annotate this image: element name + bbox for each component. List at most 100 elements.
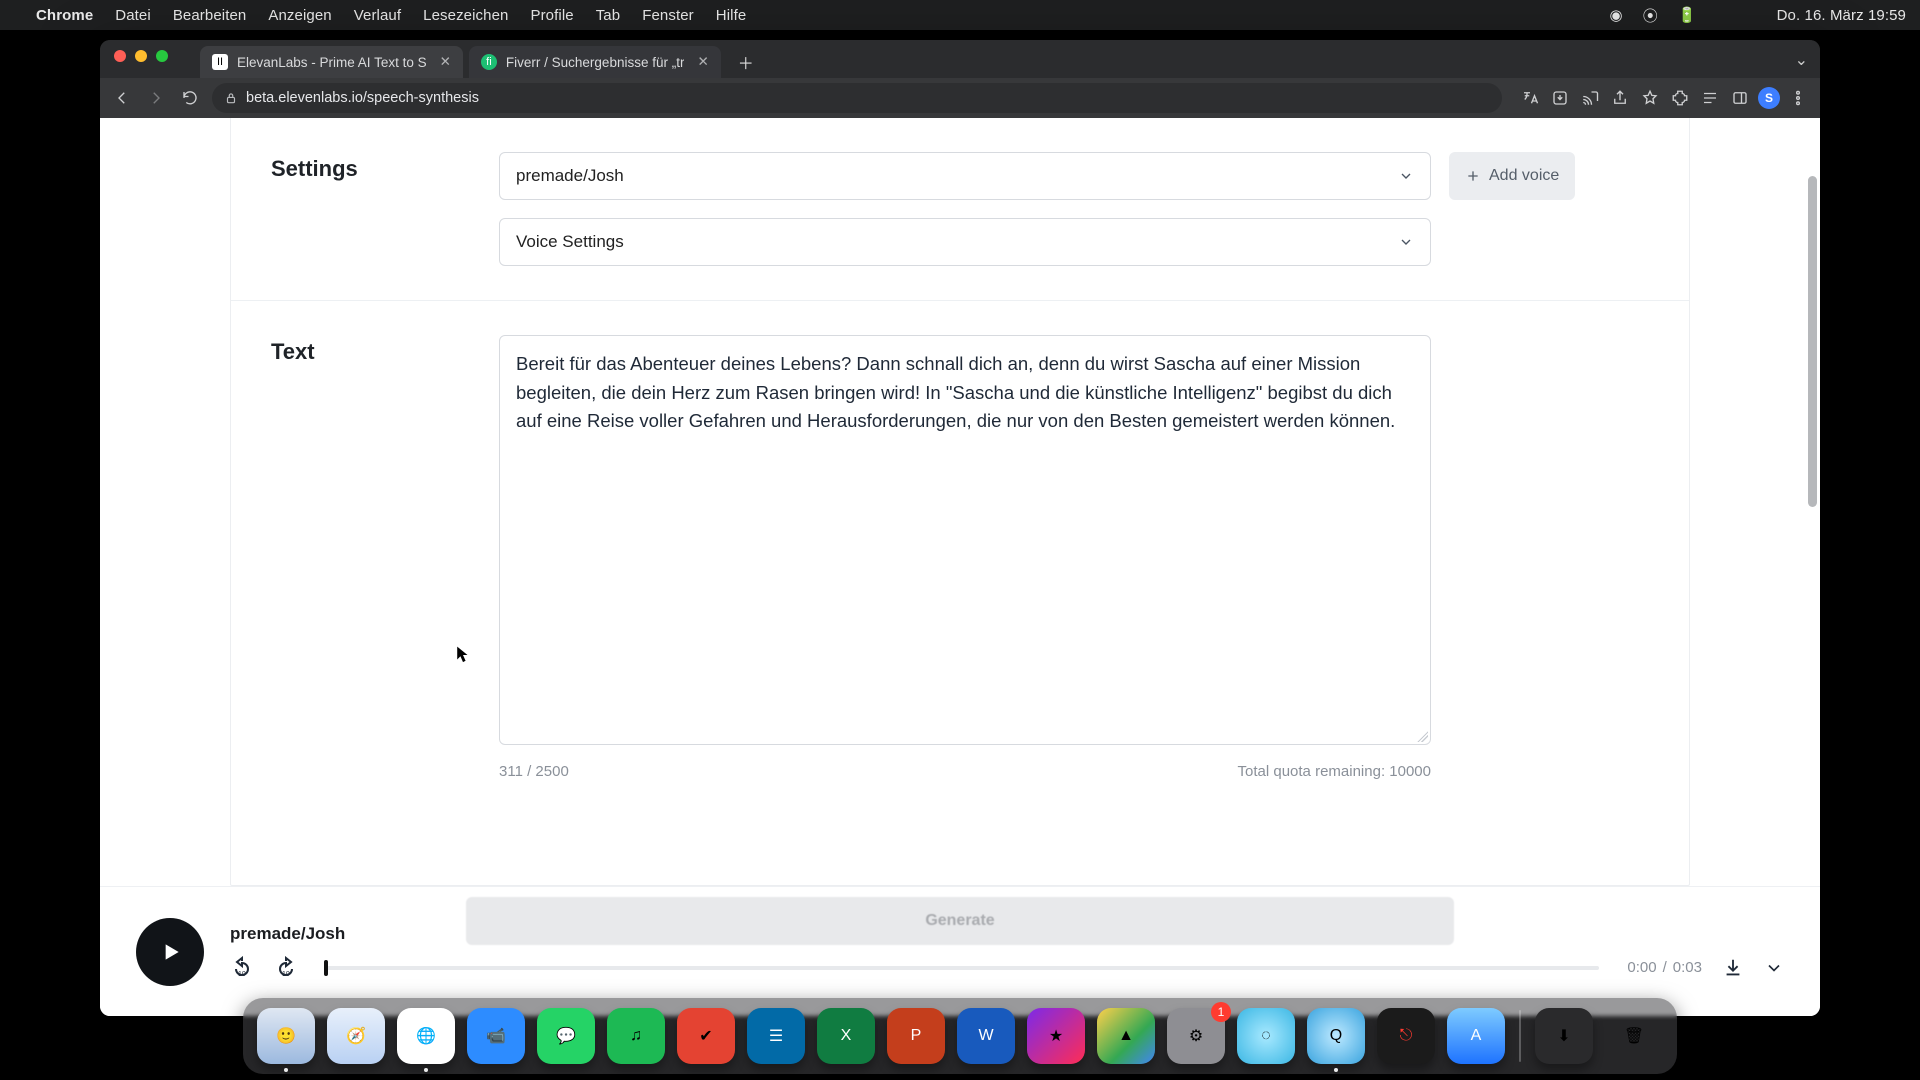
close-window-button[interactable]: [114, 50, 126, 62]
menu-item[interactable]: Hilfe: [716, 7, 747, 24]
share-icon[interactable]: [1608, 86, 1632, 110]
dock-whatsapp[interactable]: 💬: [537, 1008, 595, 1064]
menu-app-name[interactable]: Chrome: [36, 7, 93, 24]
dock-chrome[interactable]: 🌐: [397, 1008, 455, 1064]
download-button[interactable]: [1722, 957, 1744, 979]
record-status-icon[interactable]: ◉: [1610, 6, 1623, 24]
install-app-icon[interactable]: [1548, 86, 1572, 110]
battery-icon[interactable]: 🔋: [1678, 6, 1697, 24]
voice-select-value: premade/Josh: [516, 166, 624, 186]
dock-trash[interactable]: 🗑: [1605, 1008, 1663, 1064]
menu-item[interactable]: Tab: [596, 7, 621, 24]
browser-tab[interactable]: II ElevanLabs - Prime AI Text to S ✕: [200, 46, 463, 78]
play-icon: [157, 939, 183, 965]
menu-item[interactable]: Lesezeichen: [423, 7, 508, 24]
translate-icon[interactable]: [1518, 86, 1542, 110]
cursor-icon: [456, 646, 470, 664]
dock-imovie[interactable]: ★: [1027, 1008, 1085, 1064]
collapse-player-button[interactable]: [1764, 958, 1784, 978]
dock: 🙂 🧭 🌐 📹 💬 ♫ ✔ ☰ X P W ★ ▲ ⚙1 ◌ Q ⎋ A ⬇ 🗑: [243, 998, 1677, 1074]
play-status-icon[interactable]: ⦿: [1643, 5, 1658, 26]
menu-item[interactable]: Verlauf: [354, 7, 401, 24]
dock-word[interactable]: W: [957, 1008, 1015, 1064]
dock-spotify[interactable]: ♫: [607, 1008, 665, 1064]
menu-item[interactable]: Anzeigen: [268, 7, 331, 24]
resize-grip-icon[interactable]: [1416, 730, 1428, 742]
dock-separator: [1519, 1010, 1521, 1062]
add-voice-button[interactable]: Add voice: [1449, 152, 1575, 200]
dock-google-drive[interactable]: ▲: [1097, 1008, 1155, 1064]
profile-avatar[interactable]: S: [1758, 87, 1780, 109]
sidepanel-icon[interactable]: [1728, 86, 1752, 110]
extensions-icon[interactable]: [1668, 86, 1692, 110]
dock-excel[interactable]: X: [817, 1008, 875, 1064]
dock-app-store[interactable]: A: [1447, 1008, 1505, 1064]
fullscreen-window-button[interactable]: [156, 50, 168, 62]
lock-icon: [224, 91, 238, 105]
voice-settings-toggle[interactable]: Voice Settings: [499, 218, 1431, 266]
time-display: 0:00 / 0:03: [1627, 959, 1702, 976]
address-bar: beta.elevenlabs.io/speech-synthesis S: [100, 78, 1820, 118]
time-current: 0:00: [1627, 959, 1656, 976]
main-card: Settings premade/Josh Voice Settings Add…: [230, 118, 1690, 886]
dock-quicktime[interactable]: Q: [1307, 1008, 1365, 1064]
reading-list-icon[interactable]: [1698, 86, 1722, 110]
scrollbar-thumb[interactable]: [1808, 176, 1817, 507]
menubar-clock[interactable]: Do. 16. März 19:59: [1777, 7, 1906, 24]
close-tab-icon[interactable]: ✕: [440, 54, 451, 70]
voice-settings-label: Voice Settings: [516, 232, 624, 252]
dock-powerpoint[interactable]: P: [887, 1008, 945, 1064]
browser-tab[interactable]: fi Fiverr / Suchergebnisse für „tr ✕: [469, 46, 721, 78]
dock-downloads[interactable]: ⬇: [1535, 1008, 1593, 1064]
dock-zoom[interactable]: 📹: [467, 1008, 525, 1064]
dock-badge: 1: [1211, 1002, 1231, 1022]
dock-todoist[interactable]: ✔: [677, 1008, 735, 1064]
dock-safari[interactable]: 🧭: [327, 1008, 385, 1064]
close-tab-icon[interactable]: ✕: [697, 54, 708, 70]
chevron-down-icon: [1398, 168, 1414, 184]
tab-overflow-button[interactable]: ⌄: [1795, 50, 1808, 70]
play-button[interactable]: [136, 918, 204, 986]
back-button[interactable]: [110, 86, 134, 110]
player-bar: Generate premade/Josh 10 10: [100, 886, 1820, 1016]
text-input[interactable]: [499, 335, 1431, 745]
dock-app-generic-1[interactable]: ◌: [1237, 1008, 1295, 1064]
text-section: Text 311 / 2500 Total quota remaining: 1…: [231, 301, 1689, 814]
progress-knob[interactable]: [324, 960, 328, 976]
cast-icon[interactable]: [1578, 86, 1602, 110]
dock-trello[interactable]: ☰: [747, 1008, 805, 1064]
dock-voice-memos[interactable]: ⎋: [1377, 1008, 1435, 1064]
menu-item[interactable]: Bearbeiten: [173, 7, 247, 24]
url-field[interactable]: beta.elevenlabs.io/speech-synthesis: [212, 83, 1502, 113]
rewind-10-button[interactable]: 10: [230, 956, 254, 980]
bookmark-star-icon[interactable]: [1638, 86, 1662, 110]
dock-system-settings[interactable]: ⚙1: [1167, 1008, 1225, 1064]
time-sep: /: [1663, 959, 1667, 976]
generate-button[interactable]: Generate: [466, 897, 1454, 945]
page-viewport: Settings premade/Josh Voice Settings Add…: [100, 118, 1820, 1016]
time-duration: 0:03: [1673, 959, 1702, 976]
generate-label: Generate: [925, 912, 994, 930]
tab-favicon: II: [212, 54, 228, 70]
reload-button[interactable]: [178, 86, 202, 110]
settings-section: Settings premade/Josh Voice Settings Add…: [231, 118, 1689, 301]
scrollbar[interactable]: [1808, 176, 1817, 896]
progress-bar[interactable]: [326, 966, 1599, 970]
chrome-menu-icon[interactable]: [1786, 86, 1810, 110]
minimize-window-button[interactable]: [135, 50, 147, 62]
plus-icon: [1465, 168, 1481, 184]
menu-item[interactable]: Fenster: [642, 7, 694, 24]
quota-remaining: Total quota remaining: 10000: [1238, 763, 1431, 780]
voice-select[interactable]: premade/Josh: [499, 152, 1431, 200]
mac-menubar: Chrome Datei Bearbeiten Anzeigen Verlauf…: [0, 0, 1920, 30]
forward-10-button[interactable]: 10: [274, 956, 298, 980]
settings-heading: Settings: [271, 156, 481, 266]
new-tab-button[interactable]: ＋: [733, 49, 759, 75]
chrome-window: II ElevanLabs - Prime AI Text to S ✕ fi …: [100, 40, 1820, 1016]
menu-item[interactable]: Profile: [530, 7, 573, 24]
menu-item[interactable]: Datei: [115, 7, 151, 24]
dock-finder[interactable]: 🙂: [257, 1008, 315, 1064]
char-count: 311 / 2500: [499, 763, 569, 780]
svg-text:10: 10: [282, 971, 290, 978]
forward-button[interactable]: [144, 86, 168, 110]
